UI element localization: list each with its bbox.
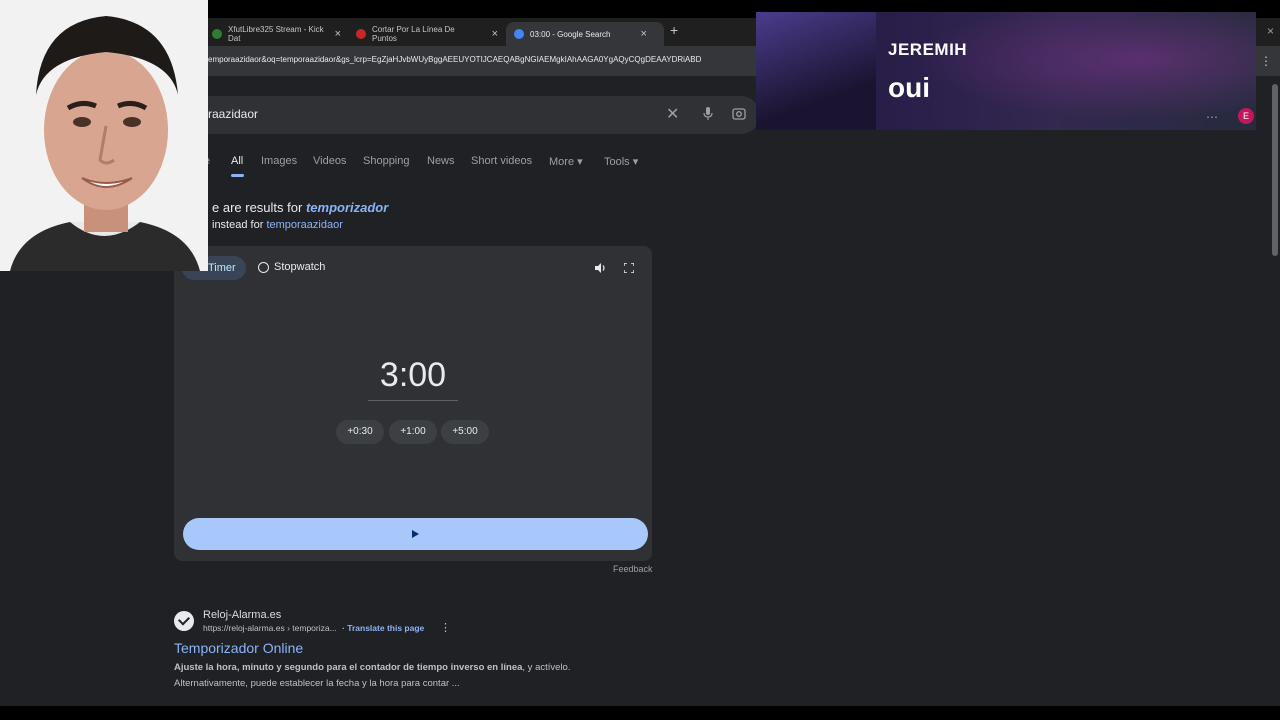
tab-cortar[interactable]: Cortar Por La Línea De Puntos × <box>348 22 506 46</box>
tab-images[interactable]: Images <box>261 155 297 167</box>
corrected-term-link[interactable]: temporizador <box>306 200 388 215</box>
tab-close-icon[interactable]: × <box>641 28 647 40</box>
result-title-link[interactable]: Temporizador Online <box>174 640 303 656</box>
result-url: https://reloj-alarma.es › temporiza... ·… <box>203 623 424 633</box>
search-instead: instead for temporaazidaor <box>212 219 343 231</box>
timer-widget <box>174 246 652 561</box>
result-url-text[interactable]: https://reloj-alarma.es › temporiza... <box>203 623 337 633</box>
result-site-name[interactable]: Reloj-Alarma.es <box>203 609 281 621</box>
start-timer-button[interactable] <box>183 518 648 550</box>
site-favicon-icon <box>174 611 194 631</box>
account-avatar[interactable]: E <box>1238 108 1254 124</box>
webcam-person-image <box>0 0 208 271</box>
tab-title: Cortar Por La Línea De Puntos <box>372 25 455 43</box>
result-options-icon[interactable]: ⋮ <box>440 621 451 634</box>
snippet-bold: Ajuste la hora, minuto y segundo para el… <box>174 662 523 673</box>
google-apps-icon[interactable]: ⋯ <box>1206 110 1218 124</box>
stopwatch-tab[interactable]: Stopwatch <box>258 261 325 273</box>
bottom-bar <box>0 706 1280 720</box>
active-tab-indicator <box>231 174 244 177</box>
search-box[interactable]: raazidaor ✕ <box>200 96 760 134</box>
tab-kick[interactable]: XfutLibre325 Stream - Kick Dat × <box>204 22 349 46</box>
stopwatch-label: Stopwatch <box>274 261 326 273</box>
kick-favicon-icon <box>212 29 222 39</box>
search-input[interactable]: raazidaor <box>208 107 258 121</box>
new-tab-button[interactable]: + <box>670 22 678 38</box>
tab-shopping[interactable]: Shopping <box>363 155 410 167</box>
site-favicon-icon <box>356 29 366 39</box>
microphone-icon[interactable] <box>703 107 713 121</box>
spelling-correction: e are results for temporizador <box>212 200 388 215</box>
search-instead-prefix: instead for <box>212 219 264 231</box>
browser-menu-icon[interactable]: ⋮ <box>1260 54 1272 68</box>
tab-short-videos[interactable]: Short videos <box>471 155 532 167</box>
add-5m-button[interactable]: +5:00 <box>441 420 489 444</box>
now-playing-overlay: JEREMIH oui <box>756 12 1256 130</box>
tab-close-icon[interactable]: × <box>335 28 341 40</box>
tab-all[interactable]: All <box>231 155 243 167</box>
tab-news[interactable]: News <box>427 155 455 167</box>
google-favicon-icon <box>514 29 524 39</box>
play-icon <box>412 530 419 538</box>
tab-title: XfutLibre325 Stream - Kick Dat <box>228 25 324 43</box>
window-close-icon[interactable]: × <box>1267 24 1274 38</box>
url-text[interactable]: emporaazidaor&oq=temporaazidaor&gs_lcrp=… <box>208 55 756 64</box>
timer-display[interactable]: 3:00 <box>174 356 652 395</box>
tab-videos[interactable]: Videos <box>313 155 346 167</box>
tab-title: 03:00 - Google Search <box>530 29 611 39</box>
snippet-rest: , y actívelo. <box>522 662 571 673</box>
add-30s-button[interactable]: +0:30 <box>336 420 384 444</box>
tab-close-icon[interactable]: × <box>492 28 498 40</box>
original-query-link[interactable]: temporaazidaor <box>266 219 342 231</box>
volume-icon[interactable] <box>594 262 606 274</box>
correction-prefix: e are results for <box>212 200 303 215</box>
clock-icon <box>258 261 269 273</box>
feedback-link[interactable]: Feedback <box>613 564 653 574</box>
tools-button[interactable]: Tools ▾ <box>604 155 638 168</box>
tab-google-search[interactable]: 03:00 - Google Search × <box>506 22 664 46</box>
clear-search-icon[interactable]: ✕ <box>666 104 679 124</box>
streamer-webcam <box>0 0 208 271</box>
google-lens-icon[interactable] <box>732 107 746 121</box>
fullscreen-icon[interactable] <box>624 263 634 273</box>
translate-page-link[interactable]: · Translate this page <box>342 623 424 633</box>
tab-more[interactable]: More ▾ <box>549 155 583 168</box>
overlay-glow <box>876 12 1256 130</box>
song-title: oui <box>888 72 930 103</box>
artist-name: JEREMIH <box>888 40 968 59</box>
timer-underline <box>368 400 458 401</box>
result-snippet: Ajuste la hora, minuto y segundo para el… <box>174 662 570 673</box>
page-scrollbar[interactable] <box>1272 84 1278 256</box>
add-1m-button[interactable]: +1:00 <box>389 420 437 444</box>
album-art <box>756 12 876 130</box>
result-snippet-line2: Alternativamente, puede establecer la fe… <box>174 678 460 689</box>
